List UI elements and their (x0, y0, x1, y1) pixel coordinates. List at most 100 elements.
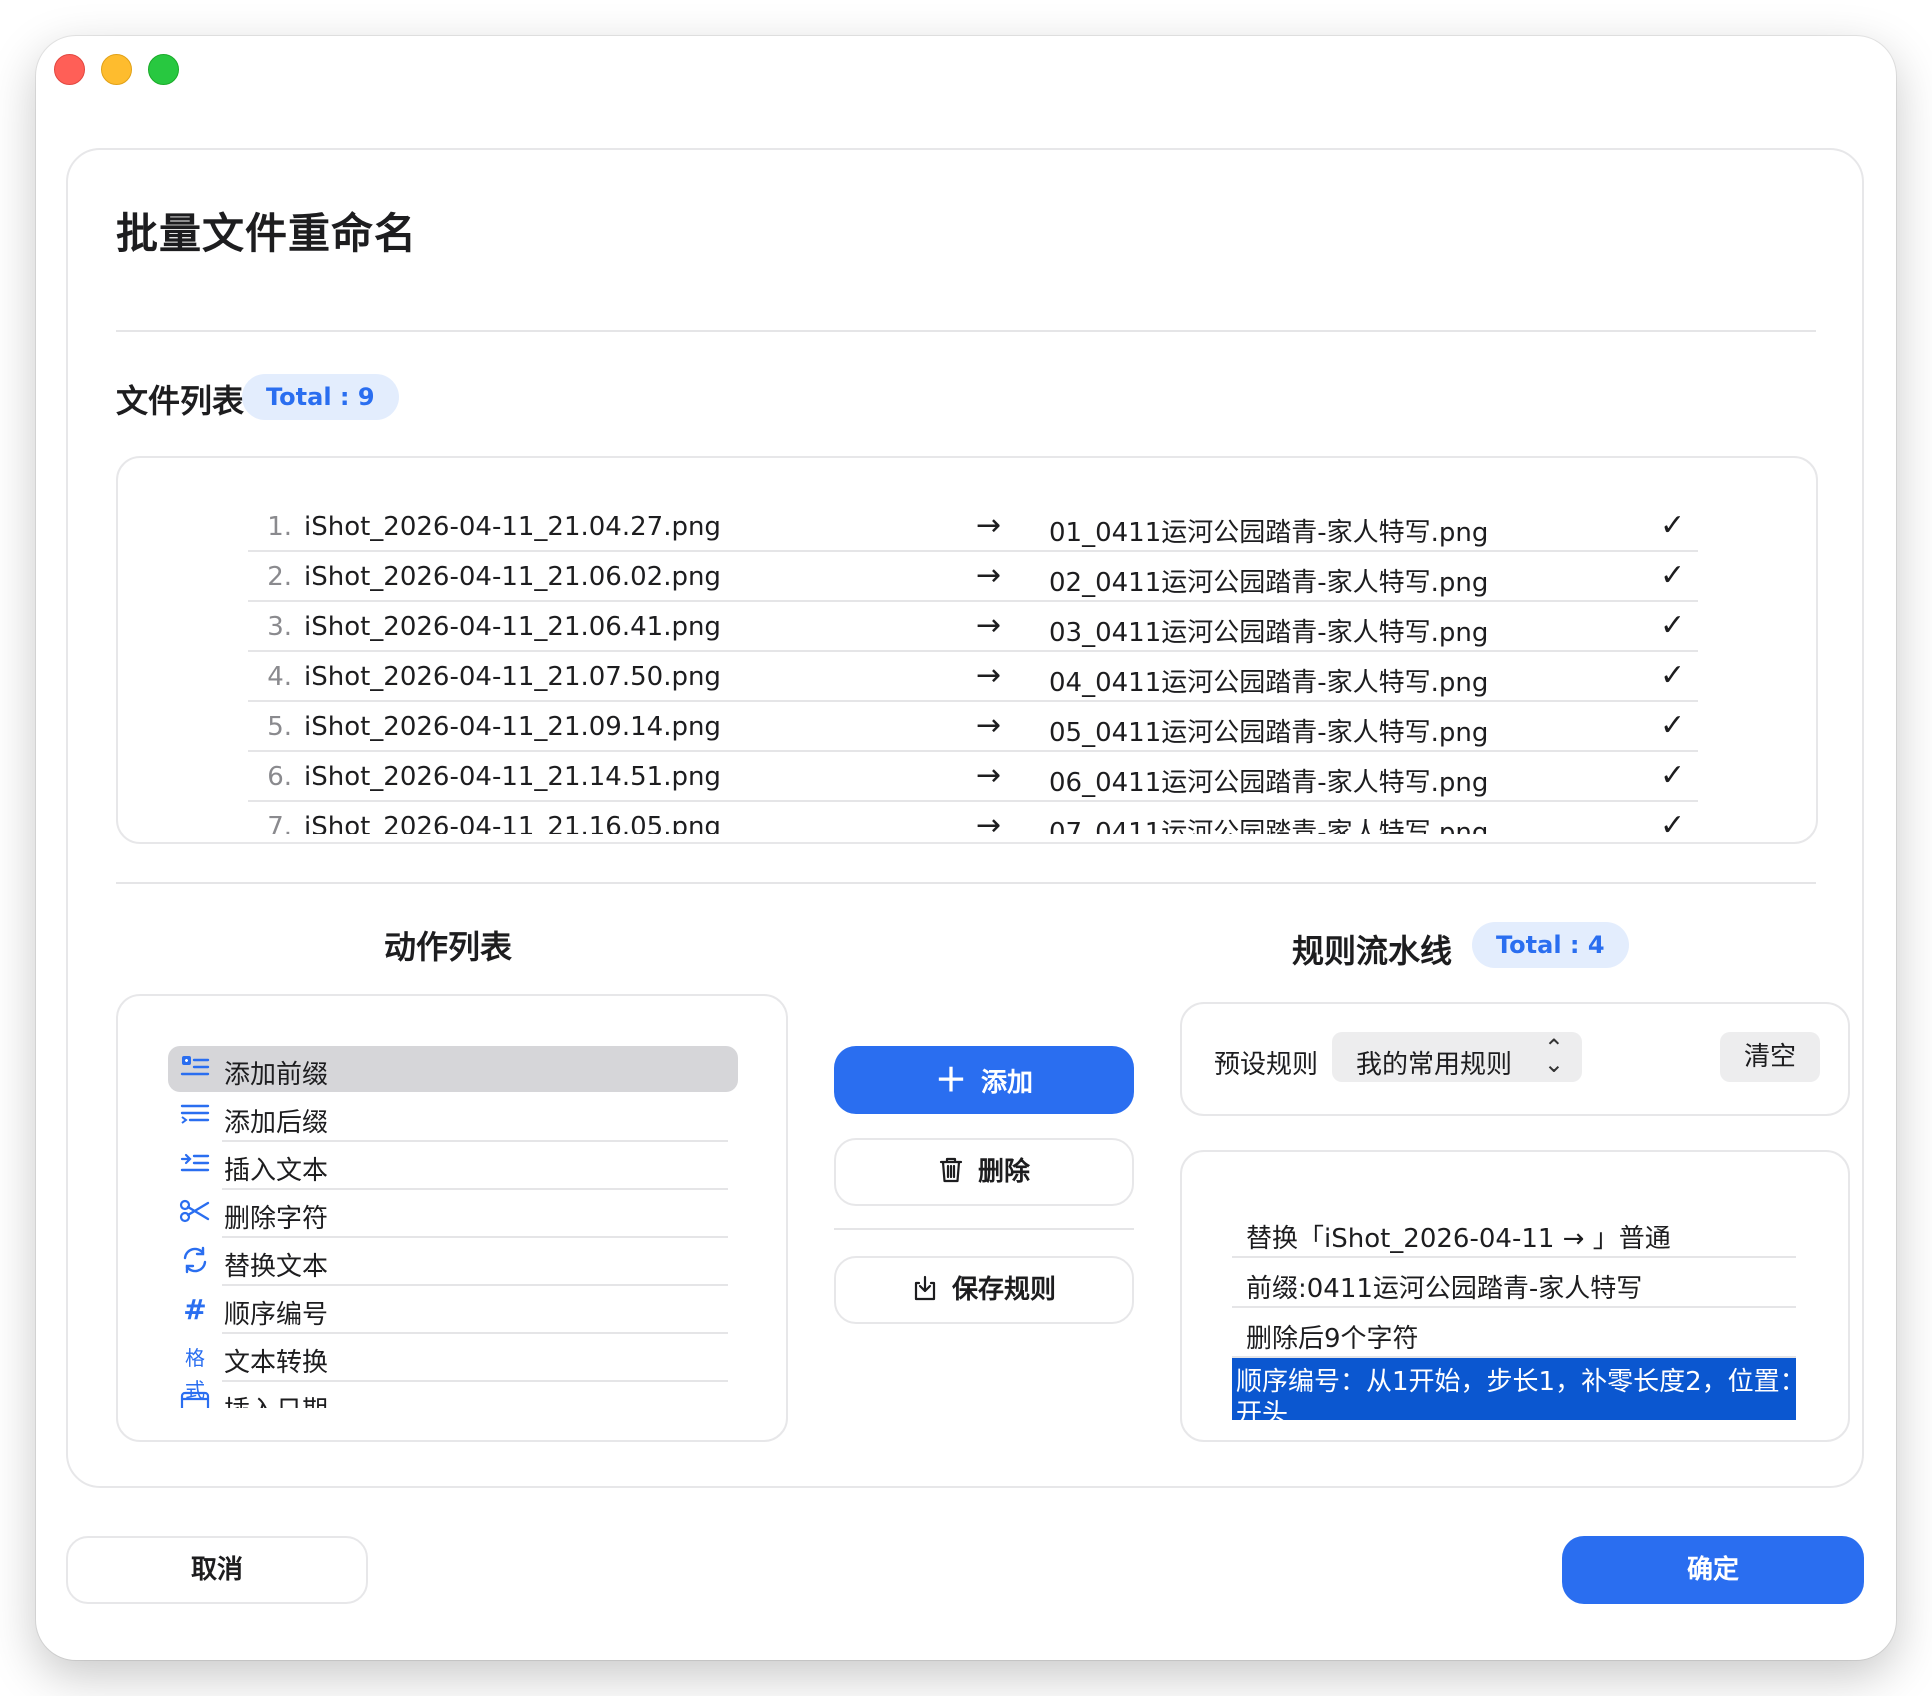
action-label: 插入文本 (224, 1156, 329, 1186)
preset-select-value: 我的常用规则 (1356, 1050, 1513, 1080)
preset-select[interactable]: 我的常用规则 ⌃ ⌄ (1332, 1032, 1582, 1082)
action-item[interactable]: 插入文本 (168, 1142, 738, 1190)
window-controls (54, 54, 179, 85)
file-row[interactable]: 4. iShot_2026-04-11_21.07.50.png → 04_0411运… (248, 652, 1698, 702)
title-divider (116, 330, 1816, 332)
minimize-window-button[interactable] (101, 54, 132, 85)
arrow-right-icon: → (976, 658, 1002, 693)
arrow-right-icon: → (976, 508, 1002, 543)
new-filename: 07_0411运河公园踏青-家人特写.png (1049, 818, 1489, 834)
add-suffix-icon (178, 1102, 212, 1134)
action-label: 删除字符 (224, 1204, 329, 1234)
format-icon: 格式 (185, 1346, 205, 1402)
page-title: 批量文件重命名 (116, 209, 418, 258)
arrow-right-icon: → (976, 708, 1002, 743)
button-divider (834, 1228, 1134, 1230)
action-item[interactable]: 格式 文本转换 (168, 1334, 738, 1402)
original-filename: iShot_2026-04-11_21.06.41.png (304, 612, 721, 642)
original-filename: iShot_2026-04-11_21.09.14.png (304, 712, 721, 742)
file-index: 4. (267, 662, 292, 692)
rule-item[interactable]: 删除后9个字符 (1232, 1308, 1796, 1358)
action-label: 顺序编号 (224, 1300, 329, 1330)
close-window-button[interactable] (54, 54, 85, 85)
add-prefix-icon (178, 1054, 212, 1086)
confirm-button[interactable]: 确定 (1562, 1536, 1864, 1604)
action-label: 添加前缀 (224, 1060, 329, 1090)
file-list-panel[interactable]: 1. iShot_2026-04-11_21.04.27.png → 01_0411运… (116, 456, 1818, 844)
replace-icon (178, 1246, 212, 1278)
file-list-title: 文件列表 (116, 382, 245, 420)
checkmark-icon: ✓ (1660, 758, 1686, 793)
action-item[interactable]: 添加前缀 (168, 1046, 738, 1092)
insert-text-icon (178, 1150, 212, 1182)
plus-icon: ＋ (934, 1061, 967, 1099)
action-item[interactable]: 添加后缀 (168, 1094, 738, 1142)
action-item[interactable]: 删除字符 (168, 1190, 738, 1238)
preset-label: 预设规则 (1214, 1050, 1319, 1080)
action-list[interactable]: 添加前缀添加后缀插入文本删除字符替换文本 # 顺序编号格式文本转换插入日期 (168, 1046, 738, 1408)
rule-label: 删除后9个字符 (1246, 1324, 1419, 1354)
action-list-panel[interactable]: 添加前缀添加后缀插入文本删除字符替换文本 # 顺序编号格式文本转换插入日期 (116, 994, 788, 1442)
original-filename: iShot_2026-04-11_21.07.50.png (304, 662, 721, 692)
action-item[interactable]: 替换文本 (168, 1238, 738, 1286)
arrow-right-icon: → (976, 608, 1002, 643)
delete-button[interactable]: 删除 (834, 1138, 1134, 1206)
hash-icon: # (183, 1293, 207, 1326)
action-label: 插入日期 (224, 1390, 328, 1408)
save-download-icon (914, 1275, 936, 1301)
cancel-button[interactable]: 取消 (66, 1536, 368, 1604)
rule-list[interactable]: 替换「iShot_2026-04-11 → 」普通 前缀:0411运河公园踏青-家… (1232, 1208, 1796, 1420)
file-index: 5. (267, 712, 292, 742)
rule-item[interactable]: 顺序编号：从1开始，步长1，补零长度2，位置：开头 (1232, 1358, 1796, 1420)
rule-item[interactable]: 替换「iShot_2026-04-11 → 」普通 (1232, 1208, 1796, 1258)
original-filename: iShot_2026-04-11_21.06.02.png (304, 562, 721, 592)
file-list[interactable]: 1. iShot_2026-04-11_21.04.27.png → 01_0411运… (248, 502, 1698, 834)
file-index: 7. (267, 812, 292, 834)
file-row[interactable]: 3. iShot_2026-04-11_21.06.41.png → 03_0411运… (248, 602, 1698, 652)
checkmark-icon: ✓ (1660, 708, 1686, 743)
section-divider (116, 882, 1816, 884)
pipeline-title: 规则流水线 (1292, 932, 1453, 970)
file-index: 6. (267, 762, 292, 792)
action-label: 添加后缀 (224, 1108, 329, 1138)
action-label: 替换文本 (224, 1252, 329, 1282)
clear-button[interactable]: 清空 (1720, 1032, 1820, 1082)
rule-pipeline-panel[interactable]: 替换「iShot_2026-04-11 → 」普通 前缀:0411运河公园踏青-家… (1180, 1150, 1850, 1442)
rule-label: 前缀:0411运河公园踏青-家人特写 (1246, 1274, 1643, 1304)
checkmark-icon: ✓ (1660, 808, 1686, 834)
new-filename: 04_0411运河公园踏青-家人特写.png (1049, 668, 1489, 698)
checkmark-icon: ✓ (1660, 558, 1686, 593)
rule-label: 替换「iShot_2026-04-11 → 」普通 (1246, 1224, 1671, 1254)
new-filename: 03_0411运河公园踏青-家人特写.png (1049, 618, 1489, 648)
original-filename: iShot_2026-04-11_21.16.05.png (304, 812, 721, 834)
file-index: 3. (267, 612, 292, 642)
arrow-right-icon: → (976, 808, 1002, 834)
action-list-title: 动作列表 (384, 928, 513, 966)
zoom-window-button[interactable] (148, 54, 179, 85)
file-row[interactable]: 1. iShot_2026-04-11_21.04.27.png → 01_0411运… (248, 502, 1698, 552)
arrow-right-icon: → (976, 558, 1002, 593)
checkmark-icon: ✓ (1660, 508, 1686, 543)
file-row[interactable]: 6. iShot_2026-04-11_21.14.51.png → 06_0411运… (248, 752, 1698, 802)
add-button[interactable]: ＋添加 (834, 1046, 1134, 1114)
rename-card: 批量文件重命名 文件列表 Total : 9 1. iShot_2026-04-1… (66, 148, 1864, 1488)
arrow-right-icon: → (976, 758, 1002, 793)
action-item[interactable]: 插入日期 (168, 1382, 738, 1408)
action-label: 文本转换 (224, 1348, 329, 1378)
file-total-badge: Total : 9 (242, 374, 399, 420)
file-row[interactable]: 5. iShot_2026-04-11_21.09.14.png → 05_0411运… (248, 702, 1698, 752)
preset-panel: 预设规则 我的常用规则 ⌃ ⌄ 清空 (1180, 1002, 1850, 1116)
checkmark-icon: ✓ (1660, 658, 1686, 693)
file-row[interactable]: 2. iShot_2026-04-11_21.06.02.png → 02_0411运… (248, 552, 1698, 602)
trash-icon (939, 1157, 963, 1183)
rule-item[interactable]: 前缀:0411运河公园踏青-家人特写 (1232, 1258, 1796, 1308)
calendar-icon (178, 1390, 212, 1408)
new-filename: 02_0411运河公园踏青-家人特写.png (1049, 568, 1489, 598)
file-row[interactable]: 7. iShot_2026-04-11_21.16.05.png → 07_0411运… (248, 802, 1698, 834)
action-item[interactable]: # 顺序编号 (168, 1286, 738, 1334)
new-filename: 06_0411运河公园踏青-家人特写.png (1049, 768, 1489, 798)
save-rule-button[interactable]: 保存规则 (834, 1256, 1134, 1324)
batch-rename-window: 批量文件重命名 文件列表 Total : 9 1. iShot_2026-04-1… (36, 36, 1896, 1660)
chevron-updown-icon: ⌃ ⌄ (1543, 1034, 1564, 1078)
original-filename: iShot_2026-04-11_21.14.51.png (304, 762, 721, 792)
